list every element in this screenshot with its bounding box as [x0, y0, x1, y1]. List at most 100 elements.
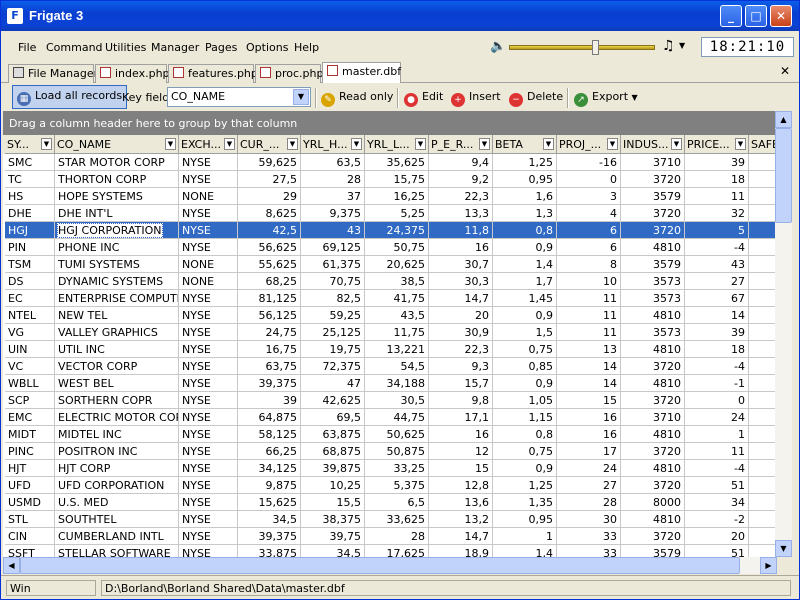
filter-dropdown-icon[interactable]: ▼ [351, 138, 362, 150]
table-cell[interactable]: 27 [557, 477, 621, 494]
table-row[interactable]: USMD U.S. MED NYSE 15,625 15,5 6,5 13,6 1,35 28 8… [3, 494, 790, 511]
table-cell[interactable]: 16 [557, 409, 621, 426]
table-cell[interactable]: -16 [557, 154, 621, 171]
table-row[interactable]: MIDT MIDTEL INC NYSE 58,125 63,875 50,625 16 0,… [3, 426, 790, 443]
table-cell[interactable]: 1,6 [493, 188, 557, 205]
table-cell[interactable]: 3720 [621, 443, 685, 460]
filter-dropdown-icon[interactable]: ▼ [671, 138, 682, 150]
table-cell[interactable]: PINC [5, 443, 55, 460]
table-row[interactable]: CIN CUMBERLAND INTL NYSE 39,375 39,75 28 14,7 1… [3, 528, 790, 545]
table-cell[interactable]: -2 [685, 511, 749, 528]
table-cell[interactable]: 24 [685, 409, 749, 426]
table-row[interactable]: PINC POSITRON INC NYSE 66,25 68,875 50,875 12 0… [3, 443, 790, 460]
table-cell[interactable]: 43 [301, 222, 365, 239]
filter-dropdown-icon[interactable]: ▼ [415, 138, 426, 150]
table-row[interactable]: EMC ELECTRIC MOTOR CORP NYSE 64,875 69,5 44,7… [3, 409, 790, 426]
table-cell[interactable]: STAR MOTOR CORP [55, 154, 179, 171]
table-cell[interactable]: 0,8 [493, 426, 557, 443]
table-cell[interactable]: 81,125 [238, 290, 301, 307]
table-cell[interactable]: DHE INT'L [55, 205, 179, 222]
chevron-down-icon[interactable]: ▼ [293, 89, 309, 105]
table-cell[interactable]: 5,375 [365, 477, 429, 494]
table-cell[interactable]: 34,188 [365, 375, 429, 392]
filter-dropdown-icon[interactable]: ▼ [165, 138, 176, 150]
table-row[interactable]: TC THORTON CORP NYSE 27,5 28 15,75 9,2 0,95 0 372… [3, 171, 790, 188]
table-cell[interactable]: 28 [557, 494, 621, 511]
table-cell[interactable]: 27,5 [238, 171, 301, 188]
table-cell[interactable]: 72,375 [301, 358, 365, 375]
table-cell[interactable]: 35,625 [365, 154, 429, 171]
table-cell[interactable]: DHE [5, 205, 55, 222]
table-cell[interactable]: 4 [557, 205, 621, 222]
table-cell[interactable]: 1,25 [493, 154, 557, 171]
table-cell[interactable]: 28 [301, 171, 365, 188]
table-cell[interactable]: 8,625 [238, 205, 301, 222]
table-cell[interactable]: 59,625 [238, 154, 301, 171]
table-cell[interactable]: 28 [365, 528, 429, 545]
table-cell[interactable]: 3579 [621, 188, 685, 205]
table-cell[interactable]: 6 [557, 222, 621, 239]
table-cell[interactable]: 16 [429, 426, 493, 443]
table-cell[interactable]: STELLAR SOFTWARE [55, 545, 179, 557]
table-cell[interactable]: HS [5, 188, 55, 205]
table-cell[interactable]: 34,5 [301, 545, 365, 557]
table-cell[interactable]: 20 [429, 307, 493, 324]
table-cell[interactable]: NYSE [179, 545, 238, 557]
table-cell[interactable]: 54,5 [365, 358, 429, 375]
table-cell[interactable]: VALLEY GRAPHICS [55, 324, 179, 341]
table-cell[interactable]: 4810 [621, 511, 685, 528]
table-cell[interactable]: NYSE [179, 171, 238, 188]
table-cell[interactable]: 9,375 [301, 205, 365, 222]
table-cell[interactable]: 67 [685, 290, 749, 307]
table-cell[interactable]: 1,15 [493, 409, 557, 426]
tab-index-php[interactable]: index.php [95, 64, 170, 83]
table-cell[interactable]: 0,9 [493, 460, 557, 477]
table-cell[interactable]: 19,75 [301, 341, 365, 358]
table-cell[interactable]: 30,7 [429, 256, 493, 273]
read-only-button[interactable]: ✎ Read only [321, 90, 393, 107]
filter-dropdown-icon[interactable]: ▼ [543, 138, 554, 150]
table-cell[interactable]: MIDT [5, 426, 55, 443]
table-cell[interactable]: 0,8 [493, 222, 557, 239]
table-cell[interactable]: 8000 [621, 494, 685, 511]
table-cell[interactable]: 4810 [621, 426, 685, 443]
column-header[interactable]: YRL_L... ▼ [365, 135, 429, 154]
column-header[interactable]: EXCH... ▼ [179, 135, 238, 154]
scroll-up-icon[interactable]: ▲ [775, 111, 792, 128]
table-cell[interactable]: NYSE [179, 239, 238, 256]
table-cell[interactable]: 3720 [621, 392, 685, 409]
table-row[interactable]: HJT HJT CORP NYSE 34,125 39,875 33,25 15 0,9 24 4… [3, 460, 790, 477]
table-cell[interactable]: 69,125 [301, 239, 365, 256]
table-cell[interactable]: 11 [685, 443, 749, 460]
tab-features-php[interactable]: features.php [168, 64, 258, 83]
table-cell[interactable]: 29 [238, 188, 301, 205]
table-cell[interactable]: NYSE [179, 494, 238, 511]
table-cell[interactable]: -4 [685, 460, 749, 477]
column-header[interactable]: PRICE... ▼ [685, 135, 749, 154]
table-cell[interactable]: 3573 [621, 290, 685, 307]
table-cell[interactable]: VECTOR CORP [55, 358, 179, 375]
table-cell[interactable]: 0 [685, 392, 749, 409]
table-cell[interactable]: 39,375 [238, 528, 301, 545]
table-cell[interactable]: NYSE [179, 443, 238, 460]
filter-dropdown-icon[interactable]: ▼ [479, 138, 490, 150]
table-row[interactable]: VG VALLEY GRAPHICS NYSE 24,75 25,125 11,75 30,… [3, 324, 790, 341]
table-cell[interactable]: 16,25 [365, 188, 429, 205]
table-cell[interactable]: VC [5, 358, 55, 375]
table-cell[interactable]: 0 [557, 171, 621, 188]
filter-dropdown-icon[interactable]: ▼ [224, 138, 235, 150]
table-cell[interactable]: 63,5 [301, 154, 365, 171]
table-cell[interactable]: 51 [685, 477, 749, 494]
table-cell[interactable]: UFD CORPORATION [55, 477, 179, 494]
table-cell[interactable]: ENTERPRISE COMPUTER [55, 290, 179, 307]
table-cell[interactable]: 66,25 [238, 443, 301, 460]
tab-master-dbf[interactable]: master.dbf [322, 62, 401, 83]
table-row[interactable]: HS HOPE SYSTEMS NONE 29 37 16,25 22,3 1,6 3 3579 1… [3, 188, 790, 205]
table-cell[interactable]: DYNAMIC SYSTEMS [55, 273, 179, 290]
volume-slider[interactable] [509, 45, 655, 50]
table-cell[interactable]: 9,8 [429, 392, 493, 409]
table-cell[interactable]: 12,8 [429, 477, 493, 494]
table-cell[interactable]: 55,625 [238, 256, 301, 273]
minimize-button[interactable]: _ [720, 5, 742, 27]
table-cell[interactable]: 3720 [621, 205, 685, 222]
